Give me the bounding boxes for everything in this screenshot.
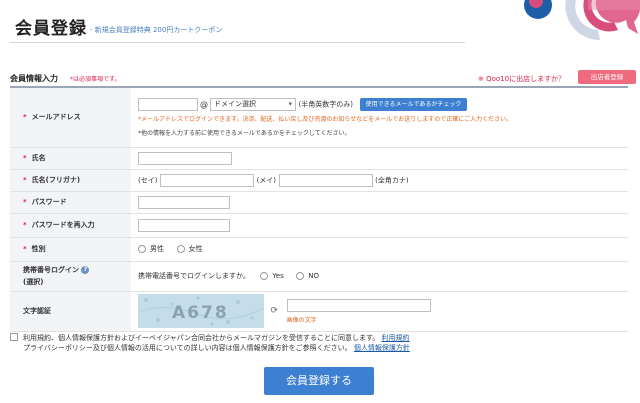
mobile-no-radio[interactable] [296, 272, 305, 280]
decorative-shapes [488, 0, 640, 54]
registration-form: * メールアドレス @ ドメイン選択 ▾ (半角英数字のみ) 使用できるメールであるか… [10, 86, 628, 332]
gender-male-label: 男性 [150, 245, 164, 253]
kana-label: * 氏名(フリガナ) [10, 169, 131, 192]
refresh-icon[interactable]: ⟳ [271, 306, 279, 316]
email-note-check: *他の情報を入力する前に使用できるメールであるかをチェックしてください。 [138, 129, 351, 137]
mobile-no-label: NO [308, 272, 320, 280]
email-local-input[interactable] [138, 97, 198, 111]
at-sign: @ [200, 99, 208, 109]
kana-sei-input[interactable] [160, 173, 255, 187]
mobile-yes-radio[interactable] [260, 272, 269, 280]
password-confirm-label: * パスワードを再入力 [10, 213, 131, 238]
gender-male-radio[interactable] [138, 245, 146, 253]
password-label: * パスワード [10, 191, 131, 214]
captcha-label: 文字認証 [10, 291, 131, 332]
email-note-login: *メールアドレスでログインできます。決済、配送、払い戻し及び売渡のお知らせなどを… [138, 115, 513, 123]
gender-female-label: 女性 [188, 245, 203, 253]
header-divider [10, 42, 465, 43]
mobile-login-label: 携帯番号ログイン ? (選択) [10, 261, 131, 292]
agreement-checkbox[interactable] [10, 333, 18, 341]
domain-select[interactable]: ドメイン選択 ▾ [210, 97, 296, 111]
help-circle-icon[interactable]: ? [81, 266, 90, 274]
register-submit-button[interactable]: 会員登録する [264, 367, 374, 395]
gender-label: * 性別 [10, 237, 131, 262]
required-note: *は必須事項です。 [70, 76, 121, 83]
agreement-line1: 利用規約、個人情報保護方針およびイーベイジャパン合同会社からメールマガジンを受信… [23, 334, 380, 342]
kana-mei-input[interactable] [278, 173, 373, 187]
page-subtitle: - 新規会員登録特典 200円カートクーポン [90, 26, 223, 34]
agreement-line2: プライバシーポリシー及び個人情報の活用についての詳しい内容は個人情報保護方針をご… [23, 344, 352, 352]
name-label: * 氏名 [10, 147, 131, 170]
privacy-policy-link[interactable]: 個人情報保護方針 [354, 344, 410, 352]
section-title: 会員情報入力 [10, 74, 58, 83]
chevron-down-icon: ▾ [288, 99, 292, 108]
email-field-cell: @ ドメイン選択 ▾ (半角英数字のみ) 使用できるメールであるかチェック *メール… [131, 87, 628, 148]
page-title: 会員登録 [15, 19, 87, 39]
kana-sei-label: (セイ) [138, 176, 158, 184]
section-header: 会員情報入力 *は必須事項です。 ※ Qoo10に出店しますか？ 出店者登録 [10, 70, 636, 86]
terms-link[interactable]: 利用規約 [382, 334, 410, 342]
captcha-input[interactable] [286, 298, 431, 312]
mobile-login-question: 携帯電話番号でログインしますか。 [138, 272, 250, 280]
kana-mei-label: (メイ) [256, 176, 277, 184]
seller-question: ※ Qoo10に出店しますか？ [478, 75, 566, 83]
captcha-text: A678 [172, 303, 229, 323]
seller-register-button[interactable]: 出店者登録 [578, 70, 636, 84]
name-input[interactable] [138, 151, 232, 165]
email-check-button[interactable]: 使用できるメールであるかチェック [359, 97, 468, 111]
password-confirm-input[interactable] [138, 218, 230, 232]
captcha-image: A678 [138, 294, 264, 328]
email-hint: (半角英数字のみ) [298, 100, 354, 109]
password-input[interactable] [138, 195, 230, 209]
captcha-hint: 画像の文字 [286, 316, 317, 324]
gender-female-radio[interactable] [176, 245, 185, 253]
kana-hint: (全角カナ) [375, 176, 409, 184]
page-header: 会員登録 - 新規会員登録特典 200円カートクーポン [0, 0, 640, 54]
mobile-yes-label: Yes [272, 272, 284, 280]
email-label: * メールアドレス [10, 87, 131, 148]
